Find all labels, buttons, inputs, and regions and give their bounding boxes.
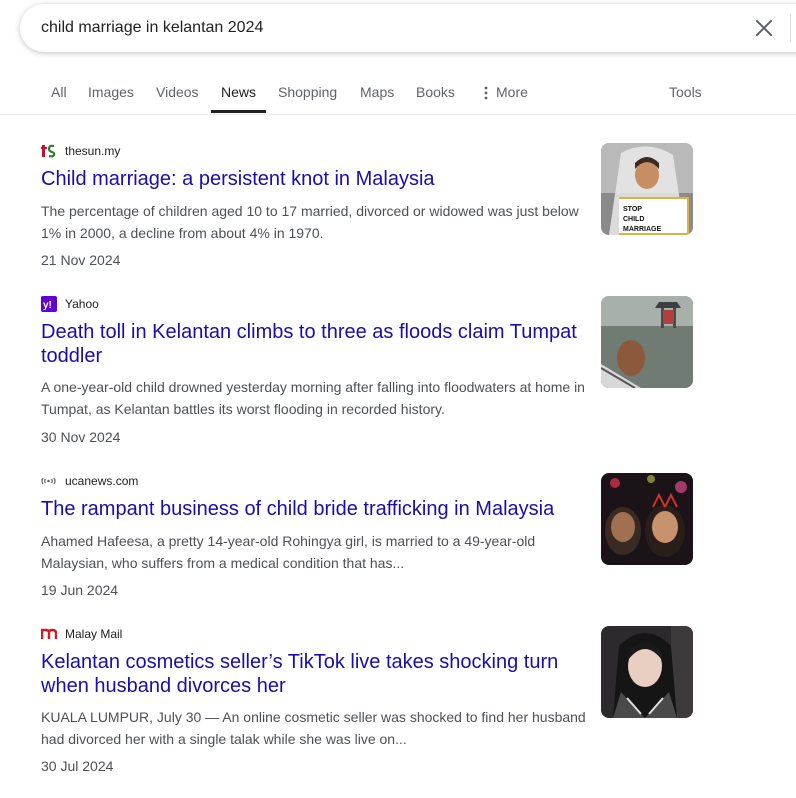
tab-more-label: More: [496, 84, 528, 100]
result-date: 30 Nov 2024: [41, 429, 121, 445]
tab-news[interactable]: News: [221, 84, 256, 100]
source-name: thesun.my: [65, 144, 121, 158]
result-date: 19 Jun 2024: [41, 582, 119, 598]
flood-photo-icon: [601, 296, 693, 388]
tab-maps[interactable]: Maps: [360, 84, 394, 100]
source-name: ucanews.com: [65, 474, 139, 488]
tab-books[interactable]: Books: [416, 84, 455, 100]
result-snippet: A one-year-old child drowned yesterday m…: [41, 379, 585, 417]
svg-text:y!: y!: [43, 300, 52, 311]
tab-all[interactable]: All: [51, 84, 67, 100]
search-box[interactable]: child marriage in kelantan 2024: [20, 4, 796, 52]
more-vert-icon: [484, 86, 488, 100]
news-result: y! Yahoo Death toll in Kelantan climbs t…: [41, 296, 693, 446]
woman-selfie-photo-icon: [601, 626, 693, 718]
malaymail-favicon-icon: [41, 628, 57, 639]
result-thumbnail[interactable]: [601, 626, 693, 718]
tab-images[interactable]: Images: [88, 84, 134, 100]
tab-more[interactable]: More: [484, 84, 528, 100]
search-tabs: All Images Videos News Shopping Maps Boo…: [0, 72, 796, 115]
tab-videos[interactable]: Videos: [156, 84, 199, 100]
source-name: Yahoo: [65, 297, 99, 311]
result-title-link[interactable]: The rampant business of child bride traf…: [41, 497, 589, 521]
thumb-sign-line-2: CHILD: [623, 216, 644, 223]
ucanews-favicon-icon: [41, 477, 56, 485]
thumb-sign-line-1: STOP: [623, 206, 642, 213]
clear-search-icon[interactable]: [752, 16, 776, 40]
child-bride-photo-icon: STOP CHILD MARRIAGE: [601, 143, 693, 235]
thesun-favicon-icon: [41, 144, 56, 158]
news-result: Malay Mail Kelantan cosmetics seller’s T…: [41, 626, 693, 776]
result-thumbnail[interactable]: [601, 473, 693, 565]
news-result: thesun.my Child marriage: a persistent k…: [41, 143, 693, 268]
result-title-link[interactable]: Child marriage: a persistent knot in Mal…: [41, 167, 589, 191]
search-input[interactable]: child marriage in kelantan 2024: [41, 19, 263, 37]
yahoo-favicon-icon: y!: [41, 296, 57, 312]
result-snippet: Ahamed Hafeesa, a pretty 14-year-old Roh…: [41, 533, 536, 571]
result-title-link[interactable]: Kelantan cosmetics seller’s TikTok live …: [41, 650, 589, 698]
tab-shopping[interactable]: Shopping: [278, 84, 337, 100]
thumb-sign-line-3: MARRIAGE: [623, 226, 661, 233]
search-results-page: child marriage in kelantan 2024 All Imag…: [0, 0, 796, 798]
result-date: 21 Nov 2024: [41, 252, 121, 268]
result-snippet: KUALA LUMPUR, July 30 — An online cosmet…: [41, 709, 586, 747]
source-name: Malay Mail: [65, 627, 123, 641]
result-snippet: The percentage of children aged 10 to 17…: [41, 203, 579, 241]
active-tab-indicator: [211, 110, 266, 113]
result-date: 30 Jul 2024: [41, 758, 114, 774]
result-title-link[interactable]: Death toll in Kelantan climbs to three a…: [41, 320, 589, 368]
tools-button[interactable]: Tools: [669, 84, 702, 100]
result-thumbnail[interactable]: STOP CHILD MARRIAGE: [601, 143, 693, 235]
news-result: ucanews.com The rampant business of chil…: [41, 473, 693, 598]
search-box-divider: [790, 14, 791, 42]
result-thumbnail[interactable]: [601, 296, 693, 388]
girls-photo-icon: [601, 473, 693, 565]
